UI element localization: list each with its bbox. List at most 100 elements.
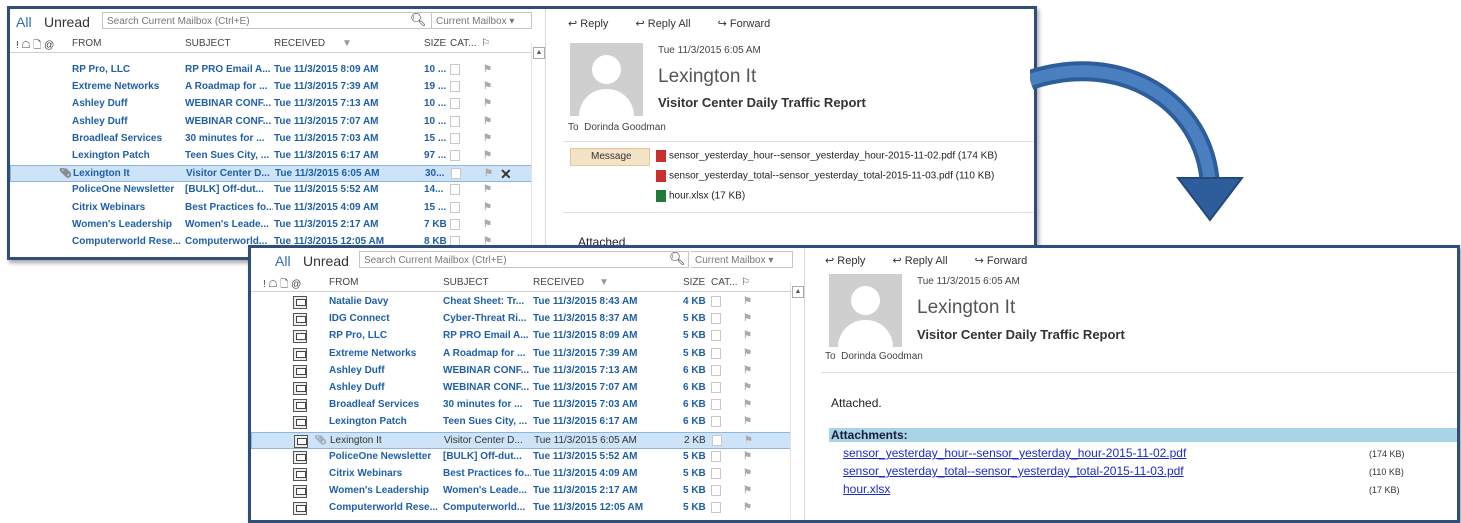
header-icons[interactable]: ! ☖ 🗋 @ [263,277,301,294]
category-checkbox[interactable] [450,64,460,75]
flag-icon[interactable]: ⚑ [483,202,492,213]
filter-all[interactable]: All [16,14,32,30]
flag-icon[interactable]: ⚑ [743,313,752,324]
table-row[interactable]: Ashley Duff WEBINAR CONF... Tue 11/3/2015 … [251,380,791,397]
category-checkbox[interactable] [711,450,721,462]
flag-icon[interactable]: ⚑ [744,435,753,446]
header-size[interactable]: SIZE [683,277,705,288]
category-checkbox[interactable] [711,347,721,359]
category-checkbox[interactable] [711,382,721,393]
delete-icon[interactable]: ✕ [500,166,512,183]
table-row[interactable]: PoliceOne Newsletter [BULK] Off-dut... Tue… [10,182,532,199]
reply-button[interactable]: ↩ Reply [825,255,877,267]
recipient-name[interactable]: Dorinda Goodman [841,351,923,362]
header-category[interactable]: CAT... [711,277,737,288]
table-row[interactable]: Citrix Webinars Best Practices fo... Tue 1… [10,200,532,217]
category-checkbox[interactable] [711,502,721,514]
header-received[interactable]: RECEIVED [274,38,325,49]
flag-icon[interactable]: ⚑ [743,330,752,341]
flag-icon[interactable]: ⚑ [743,365,752,376]
category-checkbox[interactable] [711,485,721,497]
reply-button[interactable]: ↩ Reply [568,18,620,30]
flag-icon[interactable]: ⚑ [483,184,492,195]
flag-icon[interactable]: ⚑ [743,451,752,462]
attachment-xlsx[interactable]: hour.xlsx (17 KB) [656,190,745,202]
flag-icon[interactable]: ⚑ [743,348,752,359]
table-row[interactable]: Citrix Webinars Best Practices fo... Tue 1… [251,466,791,483]
flag-icon[interactable]: ⚑ [743,399,752,410]
reply-all-button[interactable]: ↩ Reply All [635,18,702,30]
category-checkbox[interactable] [711,468,721,479]
flag-icon[interactable]: ⚑ [743,485,752,496]
header-size[interactable]: SIZE [424,38,446,49]
table-row[interactable]: Lexington Patch Teen Sues City, ... Tue 11… [251,414,791,431]
header-received[interactable]: RECEIVED [533,277,584,288]
category-checkbox[interactable] [450,98,460,110]
table-row[interactable]: RP Pro, LLC RP PRO Email A... Tue 11/3/201… [10,62,532,79]
message-tab[interactable]: Message [570,148,650,166]
category-checkbox[interactable] [450,150,460,161]
table-row[interactable]: Women's Leadership Women's Leade... Tue 11… [10,217,532,234]
table-row[interactable]: Natalie Davy Cheat Sheet: Tr... Tue 11/3/2… [251,294,791,311]
attachment-pdf-2[interactable]: sensor_yesterday_total--sensor_yesterday… [656,170,994,182]
category-checkbox[interactable] [450,132,460,144]
flag-icon[interactable]: ⚑ [743,296,752,307]
mailbox-scope-dropdown[interactable]: Current Mailbox ▾ [691,251,793,268]
flag-icon[interactable]: ⚑ [484,168,493,179]
flag-icon[interactable]: ⚑ [743,382,752,393]
scrollbar[interactable]: ▲ [790,282,804,520]
table-row[interactable]: Ashley Duff WEBINAR CONF... Tue 11/3/2015 … [10,114,532,131]
forward-button[interactable]: ↪ Forward [718,18,783,30]
scroll-up-icon[interactable]: ▲ [792,286,804,298]
filter-unread[interactable]: Unread [44,14,90,30]
table-row[interactable]: 📎︎ Lexington It Visitor Center D... Tue 11/… [251,431,791,449]
flag-icon[interactable]: ⚑ [483,116,492,127]
table-row[interactable]: Lexington Patch Teen Sues City, ... Tue 11… [10,148,532,165]
table-row[interactable]: PoliceOne Newsletter [BULK] Off-dut... Tue… [251,449,791,466]
category-checkbox[interactable] [450,115,460,127]
header-subject[interactable]: SUBJECT [443,277,489,288]
search-icon[interactable]: 🔍︎ [669,251,686,267]
table-row[interactable]: Ashley Duff WEBINAR CONF... Tue 11/3/2015 … [10,96,532,113]
header-icons[interactable]: ! ☖ 🗋 @ [16,38,54,55]
category-checkbox[interactable] [712,434,722,446]
filter-all[interactable]: All [275,253,291,269]
flag-icon[interactable]: ⚑ [483,219,492,230]
attachment-link-3[interactable]: hour.xlsx [843,482,890,496]
attachment-pdf-1[interactable]: sensor_yesterday_hour--sensor_yesterday_… [656,150,997,162]
table-row[interactable]: Broadleaf Services 30 minutes for ... Tue … [251,397,791,414]
sender-name[interactable]: Lexington It [658,66,756,88]
forward-button[interactable]: ↪ Forward [975,255,1040,267]
header-from[interactable]: FROM [72,38,101,49]
search-input[interactable]: Search Current Mailbox (Ctrl+E) [102,12,432,29]
flag-icon[interactable]: ⚑ [483,133,492,144]
category-checkbox[interactable] [450,201,460,213]
flag-icon[interactable]: ⚑ [483,150,492,161]
table-row[interactable]: IDG Connect Cyber-Threat Ri... Tue 11/3/20… [251,311,791,328]
mailbox-scope-dropdown[interactable]: Current Mailbox ▾ [432,12,532,29]
category-checkbox[interactable] [711,364,721,376]
header-flag[interactable]: ⚐ [481,38,490,49]
flag-icon[interactable]: ⚑ [483,64,492,75]
category-checkbox[interactable] [711,296,721,307]
category-checkbox[interactable] [711,330,721,342]
recipient-name[interactable]: Dorinda Goodman [584,122,666,133]
sender-name[interactable]: Lexington It [917,297,1015,319]
category-checkbox[interactable] [451,168,461,180]
flag-icon[interactable]: ⚑ [483,81,492,92]
category-checkbox[interactable] [450,184,460,196]
flag-icon[interactable]: ⚑ [743,416,752,427]
category-checkbox[interactable] [450,218,460,230]
category-checkbox[interactable] [711,416,721,428]
flag-icon[interactable]: ⚑ [743,502,752,513]
category-checkbox[interactable] [711,399,721,411]
scrollbar[interactable]: ▲ [531,43,545,257]
header-subject[interactable]: SUBJECT [185,38,231,49]
table-row[interactable]: Ashley Duff WEBINAR CONF... Tue 11/3/2015 … [251,363,791,380]
flag-icon[interactable]: ⚑ [483,98,492,109]
table-row[interactable]: Broadleaf Services 30 minutes for ... Tue … [10,131,532,148]
table-row[interactable]: RP Pro, LLC RP PRO Email A... Tue 11/3/201… [251,328,791,345]
filter-unread[interactable]: Unread [303,253,349,269]
table-row[interactable]: 📎︎ Lexington It Visitor Center D... Tue 11/… [10,165,532,183]
header-category[interactable]: CAT... [450,38,476,49]
